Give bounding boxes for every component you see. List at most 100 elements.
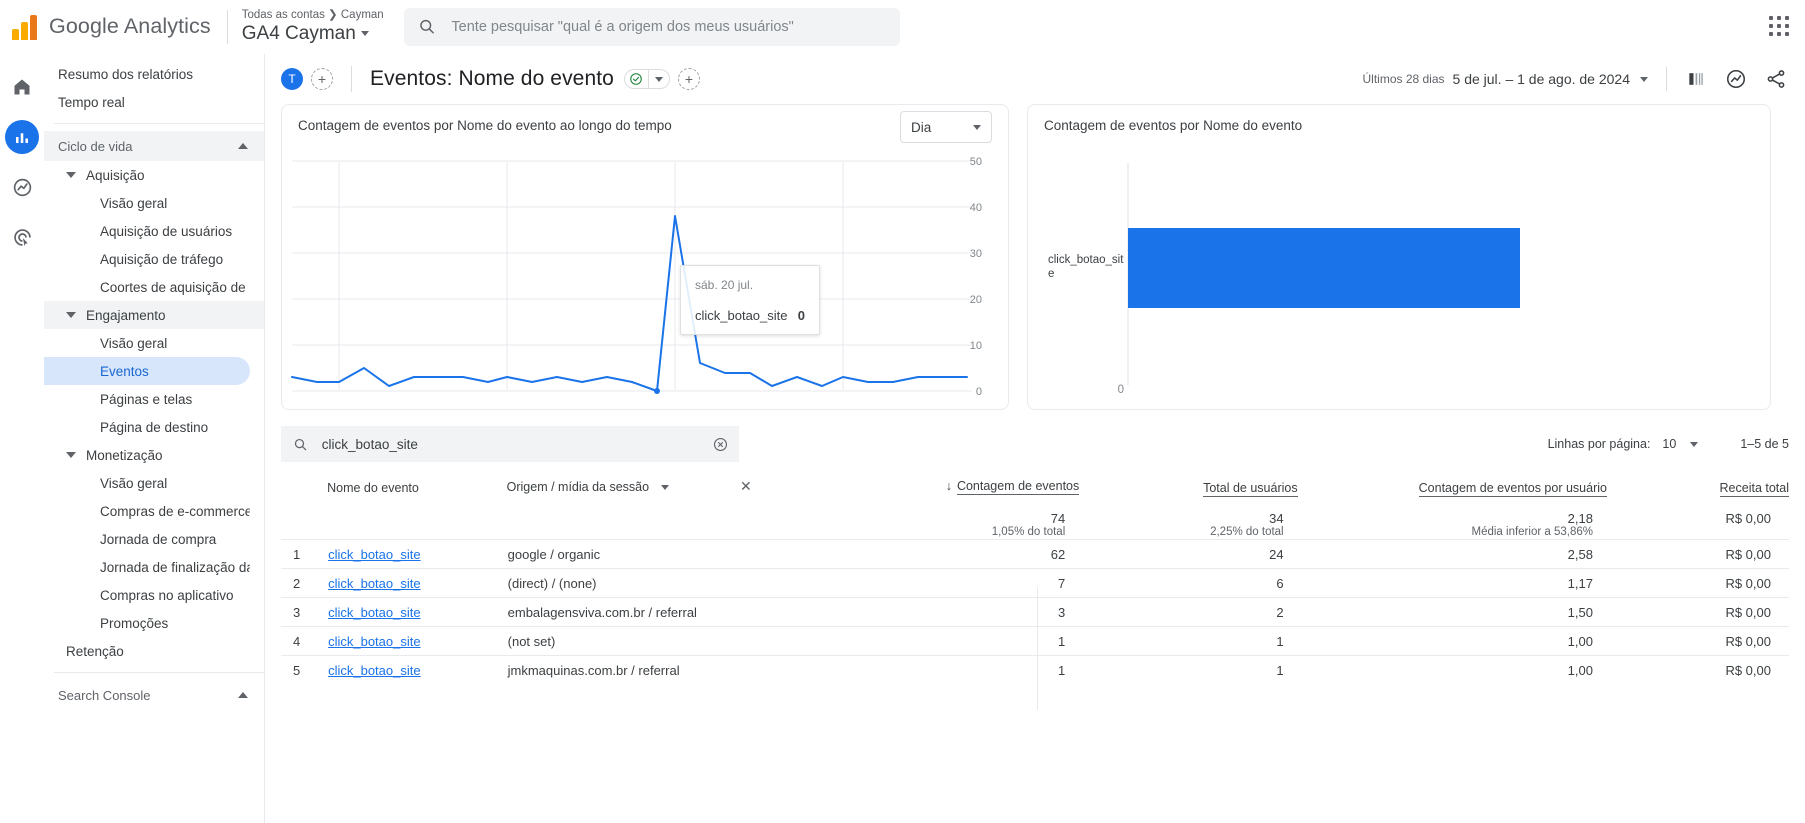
summary-event-count: 74 1,05% do total bbox=[834, 509, 1079, 540]
row-session-source: embalagensviva.com.br / referral bbox=[507, 604, 697, 620]
rail-home-button[interactable] bbox=[5, 70, 39, 104]
line-chart-card: Contagem de eventos por Nome do evento a… bbox=[281, 104, 1009, 410]
th-events-per-user[interactable]: Contagem de eventos por usuário bbox=[1298, 470, 1607, 509]
add-comparison-button[interactable]: + bbox=[311, 68, 333, 90]
chart-tooltip: sáb. 20 jul. click_botao_site 0 bbox=[680, 265, 820, 335]
add-segment-button[interactable]: + bbox=[677, 68, 700, 90]
chevron-down-icon bbox=[660, 485, 669, 491]
apps-grid-icon[interactable] bbox=[1769, 16, 1791, 38]
account-breadcrumb: Todas as contas ❯ Cayman bbox=[241, 9, 384, 21]
row-total-revenue: R$ 0,00 bbox=[1725, 546, 1771, 562]
th-total-users[interactable]: Total de usuários bbox=[1079, 470, 1298, 509]
sidebar-item-jornada-finalizacao[interactable]: Jornada de finalização da ... bbox=[44, 553, 250, 581]
sidebar-group-monetizacao[interactable]: Monetização bbox=[44, 441, 250, 469]
svg-text:30: 30 bbox=[970, 248, 982, 260]
sidebar-item-compras-no-aplicativo[interactable]: Compras no aplicativo bbox=[44, 581, 250, 609]
charts-row: Contagem de eventos por Nome do evento a… bbox=[265, 104, 1805, 410]
comparison-toggle-icon[interactable] bbox=[1685, 69, 1707, 89]
caret-down-icon bbox=[66, 312, 76, 318]
granularity-select[interactable]: Dia bbox=[900, 111, 992, 143]
sidebar-item-aquisicao-usuarios[interactable]: Aquisição de usuários bbox=[44, 217, 250, 245]
sidebar-item-coortes-aquisicao[interactable]: Coortes de aquisição de us... bbox=[44, 273, 250, 301]
table-row[interactable]: 2 click_botao_site (direct) / (none) 7 6… bbox=[281, 568, 1789, 598]
rows-per-page-value: 10 bbox=[1662, 437, 1677, 451]
sidebar-group-aquisicao[interactable]: Aquisição bbox=[44, 161, 250, 189]
table-summary-row: 74 1,05% do total 34 2,25% do total 2,18… bbox=[281, 509, 1789, 540]
sidebar-item-jornada-de-compra[interactable]: Jornada de compra bbox=[44, 525, 250, 553]
row-events-per-user: 1,00 bbox=[1567, 633, 1593, 649]
row-events-per-user: 1,50 bbox=[1567, 604, 1593, 620]
clear-icon[interactable] bbox=[712, 436, 729, 453]
remove-dimension-icon[interactable]: ✕ bbox=[740, 478, 752, 494]
sidebar-item-retencao[interactable]: Retenção bbox=[44, 637, 250, 665]
sidebar-item-reports-summary[interactable]: Resumo dos relatórios bbox=[44, 60, 250, 88]
search-input[interactable] bbox=[449, 17, 886, 36]
table-search[interactable] bbox=[281, 426, 739, 462]
account-property-selector[interactable]: Todas as contas ❯ Cayman GA4 Cayman bbox=[242, 8, 384, 45]
share-icon[interactable] bbox=[1765, 68, 1787, 90]
sidebar-item-label: Visão geral bbox=[100, 335, 168, 351]
sidebar-divider bbox=[54, 123, 264, 124]
event-name-link[interactable]: click_botao_site bbox=[328, 663, 421, 678]
rows-per-page-label: Linhas por página: bbox=[1547, 437, 1651, 451]
divider bbox=[1666, 67, 1667, 91]
th-session-source[interactable]: Origem / mídia da sessão ✕ bbox=[507, 470, 835, 509]
sidebar-item-label: Página de destino bbox=[100, 419, 209, 435]
sidebar-item-paginas-e-telas[interactable]: Páginas e telas bbox=[44, 385, 250, 413]
divider bbox=[226, 9, 228, 44]
th-event-count[interactable]: ↓ Contagem de eventos bbox=[834, 470, 1080, 509]
bar-chart-card: Contagem de eventos por Nome do evento c… bbox=[1027, 104, 1771, 410]
event-name-link[interactable]: click_botao_site bbox=[328, 605, 421, 620]
row-total-revenue: R$ 0,00 bbox=[1725, 662, 1771, 678]
rail-explore-button[interactable] bbox=[5, 170, 39, 204]
caret-down-icon bbox=[66, 172, 76, 178]
sidebar-group-engajamento[interactable]: Engajamento bbox=[44, 301, 264, 329]
page-header: T + Eventos: Nome do evento + Últimos 28… bbox=[265, 54, 1805, 104]
sidebar-item-monetizacao-visao-geral[interactable]: Visão geral bbox=[44, 469, 250, 497]
svg-text:e: e bbox=[1048, 268, 1054, 280]
insights-icon[interactable] bbox=[1725, 68, 1747, 90]
row-event-count: 1 bbox=[1058, 633, 1066, 649]
event-status-chip[interactable] bbox=[623, 69, 648, 89]
pagination-range: 1–5 de 5 bbox=[1740, 437, 1789, 451]
sidebar-item-promocoes[interactable]: Promoções bbox=[44, 609, 250, 637]
page-title: Eventos: Nome do evento bbox=[370, 67, 614, 90]
sidebar-item-aquisicao-trafego[interactable]: Aquisição de tráfego bbox=[44, 245, 250, 273]
rail-advertising-button[interactable] bbox=[5, 220, 39, 254]
sidebar-item-pagina-de-destino[interactable]: Página de destino bbox=[44, 413, 250, 441]
event-name-link[interactable]: click_botao_site bbox=[328, 547, 421, 562]
th-label: Nome do evento bbox=[327, 481, 419, 495]
table-row[interactable]: 1 click_botao_site google / organic 62 2… bbox=[281, 539, 1789, 569]
event-name-link[interactable]: click_botao_site bbox=[328, 576, 421, 591]
date-range-value[interactable]: 5 de jul. – 1 de ago. de 2024 bbox=[1453, 71, 1630, 87]
table-row[interactable]: 4 click_botao_site (not set) 1 1 1,00 R$… bbox=[281, 626, 1789, 656]
bar-category-label: click_botao_sit e bbox=[1048, 254, 1124, 280]
table-search-input[interactable] bbox=[319, 435, 700, 453]
table-row[interactable]: 5 click_botao_site jmkmaquinas.com.br / … bbox=[281, 655, 1789, 685]
chevron-down-icon[interactable] bbox=[1640, 76, 1648, 82]
sidebar-item-aquisicao-visao-geral[interactable]: Visão geral bbox=[44, 189, 250, 217]
event-name-link[interactable]: click_botao_site bbox=[328, 634, 421, 649]
sidebar-item-realtime[interactable]: Tempo real bbox=[44, 88, 250, 116]
svg-text:50: 50 bbox=[970, 156, 982, 168]
sidebar-item-label: Eventos bbox=[100, 363, 149, 379]
chevron-down-icon bbox=[360, 31, 369, 36]
event-chip-dropdown[interactable] bbox=[647, 69, 670, 89]
gridlines bbox=[292, 160, 972, 392]
sidebar-section-lifecycle[interactable]: Ciclo de vida bbox=[44, 131, 264, 161]
line-chart-svg: 50 40 30 20 10 0 07 bbox=[291, 156, 982, 395]
sidebar-section-search-console[interactable]: Search Console bbox=[44, 680, 264, 710]
sidebar-item-compras-ecommerce[interactable]: Compras de e-commerce bbox=[44, 497, 250, 525]
summary-events-per-user-value: 2,18 bbox=[1567, 511, 1593, 526]
avatar[interactable]: T bbox=[281, 68, 303, 90]
sidebar-item-eventos[interactable]: Eventos bbox=[44, 357, 250, 385]
bar-axis-min-label: 0 bbox=[1118, 384, 1124, 395]
table-row[interactable]: 3 click_botao_site embalagensviva.com.br… bbox=[281, 597, 1789, 627]
row-index: 1 bbox=[293, 546, 301, 562]
global-search[interactable] bbox=[403, 7, 900, 46]
sidebar-item-engajamento-visao-geral[interactable]: Visão geral bbox=[44, 329, 250, 357]
rail-reports-button[interactable] bbox=[5, 120, 39, 154]
th-total-revenue[interactable]: Receita total bbox=[1607, 470, 1789, 509]
summary-session-source bbox=[507, 509, 835, 540]
rows-per-page-select[interactable]: 10 bbox=[1662, 437, 1699, 451]
